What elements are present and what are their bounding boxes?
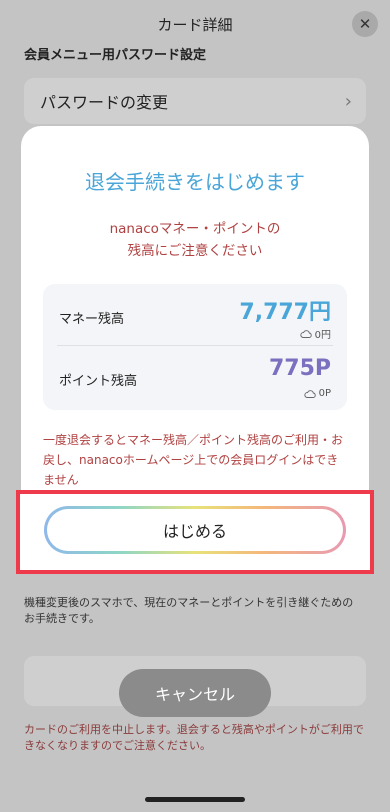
section-label: 会員メニュー用パスワード設定	[24, 48, 207, 63]
point-balance-value: 775P	[268, 356, 331, 381]
page-title: カード詳細	[157, 15, 233, 34]
withdrawal-warning: 一度退会するとマネー残高／ポイント残高のご利用・お戻し、nanacoホームページ…	[43, 433, 344, 487]
cloud-icon	[300, 329, 312, 338]
point-balance-row: ポイント残高 775P 0P	[57, 346, 333, 408]
modal-title: 退会手続きをはじめます	[85, 170, 305, 194]
caution-line-1: nanacoマネー・ポイントの	[109, 221, 281, 237]
cancel-warning: カードのご利用を中止します。退会すると残高やポイントがご利用できなくなりますので…	[24, 723, 364, 752]
cloud-icon	[303, 389, 316, 398]
close-icon[interactable]: ✕	[352, 11, 378, 37]
balance-caution: nanacoマネー・ポイントの 残高にご注意ください	[41, 218, 349, 262]
start-button-highlight: はじめる	[16, 490, 374, 574]
header: カード詳細 ✕	[0, 0, 390, 48]
money-balance-value: 7,777円	[239, 300, 331, 325]
money-cloud-balance: 0円	[300, 326, 331, 341]
point-cloud-balance: 0P	[303, 388, 331, 399]
chevron-right-icon: ›	[344, 90, 352, 112]
money-balance-row: マネー残高 7,777円 0円	[57, 284, 333, 346]
home-indicator	[145, 797, 245, 802]
money-balance-label: マネー残高	[59, 312, 125, 327]
point-balance-label: ポイント残高	[59, 374, 138, 389]
money-cloud-value: 0円	[314, 330, 331, 341]
caution-line-2: 残高にご注意ください	[127, 243, 263, 259]
start-button[interactable]: はじめる	[44, 506, 346, 554]
balance-card: マネー残高 7,777円 0円 ポイント残高 775P 0P	[43, 284, 347, 410]
cancel-button[interactable]: キャンセル	[119, 669, 271, 717]
transfer-note: 機種変更後のスマホで、現在のマネーとポイントを引き継ぐためのお手続きです。	[24, 596, 354, 625]
point-cloud-value: 0P	[318, 388, 331, 399]
password-change-row[interactable]: パスワードの変更 ›	[24, 78, 366, 124]
password-change-label: パスワードの変更	[40, 93, 169, 112]
start-button-label: はじめる	[47, 509, 343, 551]
